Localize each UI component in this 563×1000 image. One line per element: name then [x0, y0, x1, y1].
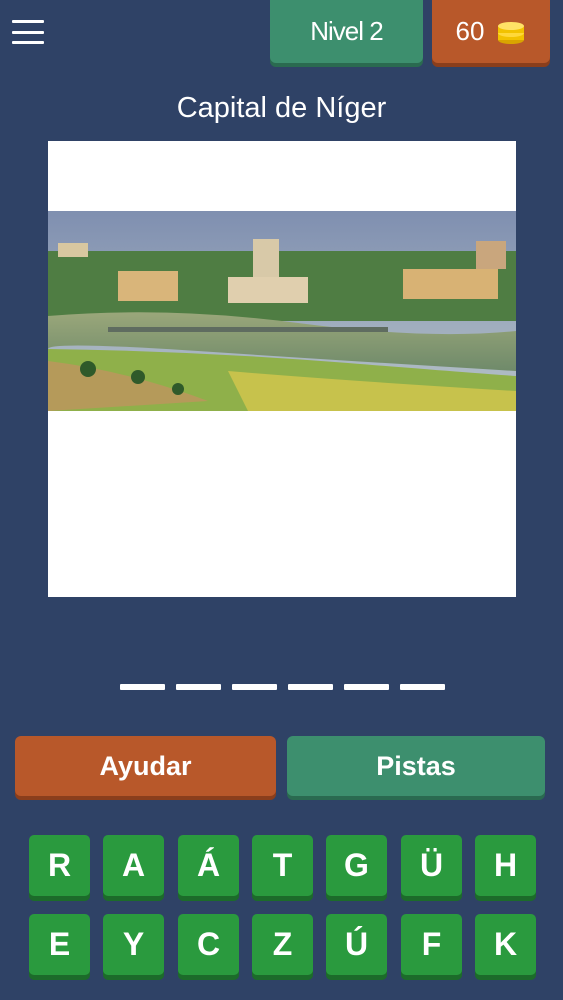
answer-slot[interactable] [120, 684, 165, 690]
letter-key[interactable]: C [178, 914, 239, 975]
letter-key[interactable]: Ü [401, 835, 462, 896]
level-label: Nivel 2 [310, 16, 383, 46]
menu-icon-bar [12, 41, 44, 44]
letter-key[interactable]: Á [178, 835, 239, 896]
coins-badge[interactable]: 60 [432, 0, 550, 63]
letter-key[interactable]: Z [252, 914, 313, 975]
letter-key[interactable]: G [326, 835, 387, 896]
menu-icon-bar [12, 30, 44, 34]
letter-key[interactable]: K [475, 914, 536, 975]
menu-icon-bar [12, 20, 44, 23]
menu-button[interactable] [10, 16, 46, 48]
answer-slot[interactable] [400, 684, 445, 690]
letter-key[interactable]: Ú [326, 914, 387, 975]
question-image-frame [48, 141, 516, 597]
help-button[interactable]: Ayudar [15, 736, 276, 796]
answer-slot[interactable] [176, 684, 221, 690]
city-photo [48, 211, 516, 411]
letter-key[interactable]: T [252, 835, 313, 896]
coins-count: 60 [455, 16, 485, 46]
question-title: Capital de Níger [176, 92, 387, 124]
letter-key[interactable]: E [29, 914, 90, 975]
answer-slots [120, 684, 445, 690]
letter-key[interactable]: R [29, 835, 90, 896]
answer-slot[interactable] [232, 684, 277, 690]
letter-key[interactable]: F [401, 914, 462, 975]
answer-slot[interactable] [288, 684, 333, 690]
hints-button[interactable]: Pistas [287, 736, 545, 796]
letter-key[interactable]: H [475, 835, 536, 896]
coin-stack-icon [498, 21, 525, 44]
answer-slot[interactable] [344, 684, 389, 690]
level-badge: Nivel 2 [270, 0, 423, 63]
letter-key[interactable]: A [103, 835, 164, 896]
letter-key[interactable]: Y [103, 914, 164, 975]
